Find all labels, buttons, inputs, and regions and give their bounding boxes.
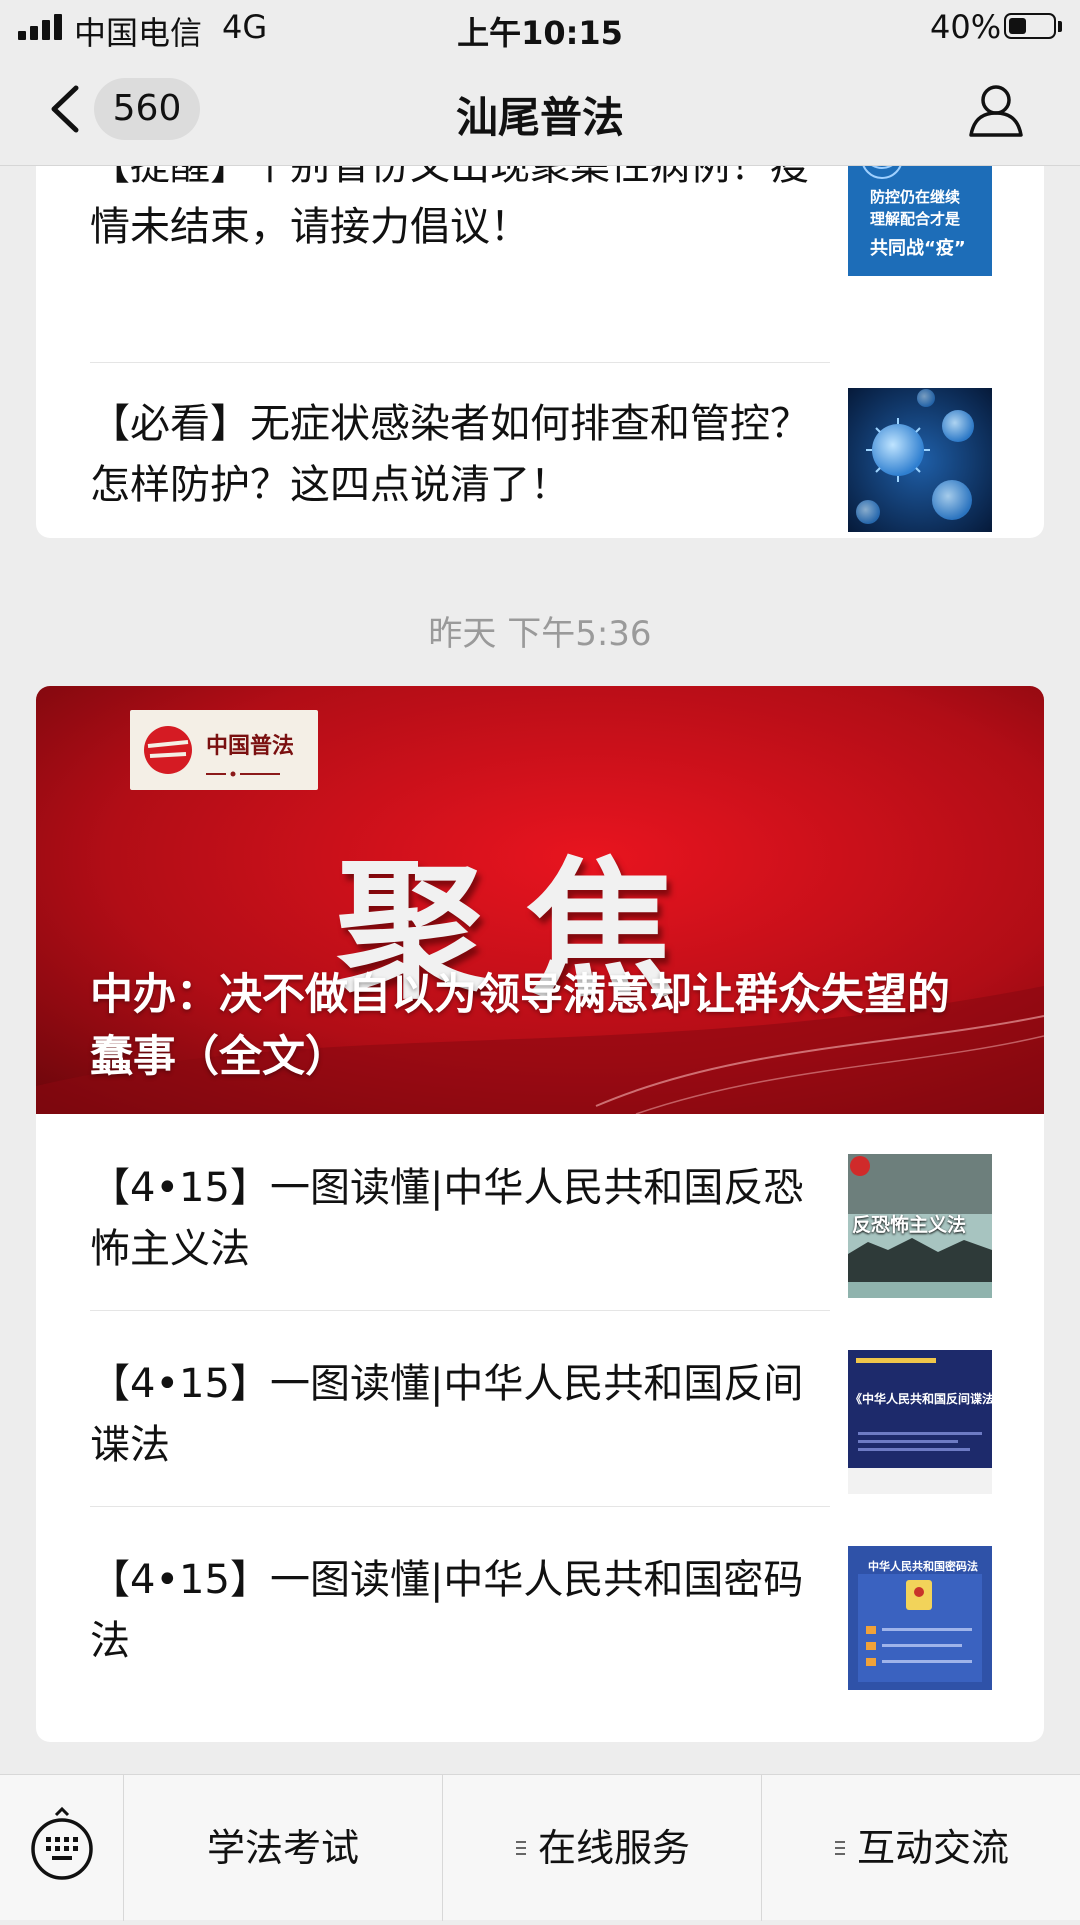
anti-espionage-thumb-icon (848, 1350, 992, 1494)
thumb-line-1: 防控仍在继续 (870, 188, 961, 206)
status-bar: 中国电信 4G 上午10:15 40% (0, 0, 1080, 56)
clock: 上午10:15 (457, 14, 623, 52)
virus-thumbnail (848, 388, 992, 532)
thumb-caption: 中华人民共和国密码法 (868, 1560, 978, 1573)
thumb-caption: 反恐怖主义法 (852, 1214, 967, 1236)
article-thumbnail: 中华人民共和国密码法 (848, 1546, 992, 1690)
keyboard-icon (31, 1806, 93, 1880)
article-title: 【4•15】一图读懂|中华人民共和国密码法 (90, 1557, 804, 1664)
menu-item-law-exam[interactable]: 学法考试 (124, 1775, 443, 1921)
menu-label: 在线服务 (537, 1826, 690, 1870)
article-title: 【提醒】个别省份又出现聚集性病例！疫情未结束，请接力倡议！ (90, 166, 810, 250)
menu-item-interaction[interactable]: 互动交流 (762, 1775, 1080, 1921)
article-item[interactable]: 【4•15】一图读懂|中华人民共和国密码法 中华人民共和国密码法 (36, 1506, 1044, 1702)
virus-icon (848, 388, 992, 532)
message-feed[interactable]: 【提醒】个别省份又出现聚集性病例！疫情未结束，请接力倡议！ 防控仍在继续 理解配… (0, 166, 1080, 1774)
article-item[interactable]: 【4•15】一图读懂|中华人民共和国反间谍法 《中华人民共和国反间谍法》 (36, 1310, 1044, 1506)
banner-article[interactable]: 中国普法 聚焦 中办：决不做自以为领导满意却让群众失望的蠢事（全文） (36, 686, 1044, 1114)
keyboard-toggle-button[interactable] (0, 1775, 124, 1921)
thumb-line-3: 共同战“疫” (870, 238, 966, 259)
message-timestamp: 昨天 下午5:36 (428, 614, 652, 654)
thumb-caption: 《中华人民共和国反间谍法》 (850, 1392, 992, 1406)
user-icon[interactable] (968, 82, 1024, 138)
menu-lines-icon (834, 1840, 845, 1855)
article-thumbnail: 《中华人民共和国反间谍法》 (848, 1350, 992, 1494)
page-title: 汕尾普法 (455, 93, 624, 142)
banner-title: 中办：决不做自以为领导满意却让群众失望的蠢事（全文） (90, 970, 950, 1082)
banner-logo-text: 中国普法 (206, 733, 295, 759)
thumb-line-2: 理解配合才是 (870, 210, 961, 228)
article-card: 中国普法 聚焦 中办：决不做自以为领导满意却让群众失望的蠢事（全文） 【4•15… (36, 686, 1044, 1742)
article-card: 【提醒】个别省份又出现聚集性病例！疫情未结束，请接力倡议！ 防控仍在继续 理解配… (36, 166, 1044, 538)
article-thumbnail: 防控仍在继续 理解配合才是 共同战“疫” (848, 166, 992, 276)
article-title: 【必看】无症状感染者如何排查和管控？怎样防护？这四点说清了！ (90, 401, 810, 508)
article-title: 【4•15】一图读懂|中华人民共和国反恐怖主义法 (90, 1165, 804, 1272)
article-item[interactable]: 【提醒】个别省份又出现聚集性病例！疫情未结束，请接力倡议！ 防控仍在继续 理解配… (36, 166, 1044, 332)
nav-bar: 560 汕尾普法 (0, 56, 1080, 166)
menu-label: 互动交流 (856, 1826, 1009, 1870)
battery-percent: 40% (930, 8, 1002, 46)
battery-cap (1058, 21, 1062, 32)
article-thumbnail: 反恐怖主义法 (848, 1154, 992, 1298)
menu-lines-icon (515, 1840, 526, 1855)
article-title: 【4•15】一图读懂|中华人民共和国反间谍法 (90, 1361, 804, 1468)
menu-label: 学法考试 (206, 1826, 359, 1870)
battery-icon (1004, 13, 1056, 39)
bottom-menu: 学法考试 在线服务 互动交流 (0, 1774, 1080, 1921)
article-item[interactable]: 【4•15】一图读懂|中华人民共和国反恐怖主义法 反恐怖主义法 (36, 1114, 1044, 1310)
article-item[interactable]: 【必看】无症状感染者如何排查和管控？怎样防护？这四点说清了！ (36, 362, 1044, 538)
menu-item-online-service[interactable]: 在线服务 (443, 1775, 762, 1921)
